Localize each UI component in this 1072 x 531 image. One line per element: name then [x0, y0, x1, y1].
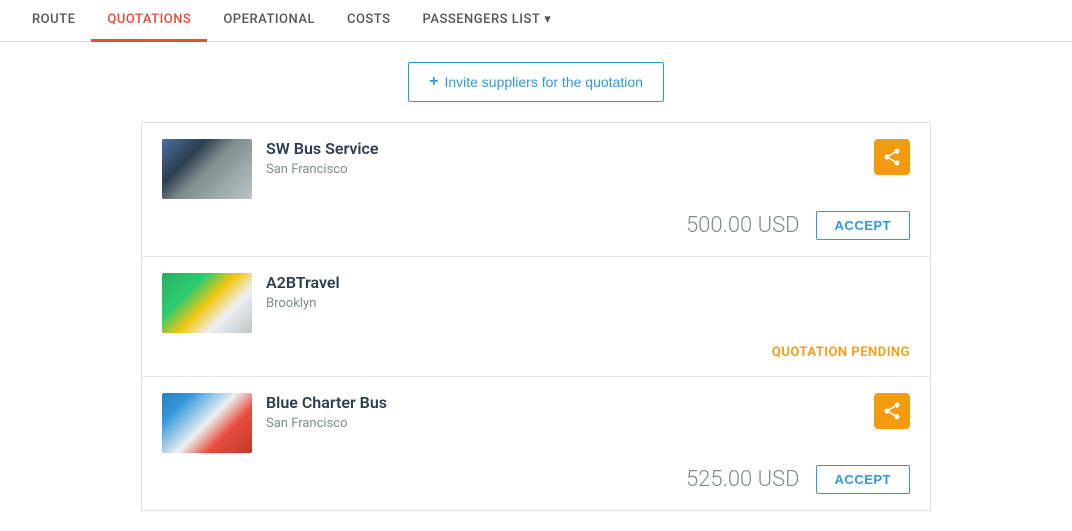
tab-quotations[interactable]: QUOTATIONS — [91, 0, 207, 42]
supplier-footer: 500.00 USD ACCEPT — [162, 211, 910, 240]
share-icon — [882, 147, 902, 167]
supplier-name: SW Bus Service — [266, 139, 378, 158]
supplier-name: A2BTravel — [266, 273, 340, 292]
supplier-details: Blue Charter Bus San Francisco — [266, 393, 387, 431]
supplier-info: SW Bus Service San Francisco — [162, 139, 378, 199]
supplier-name: Blue Charter Bus — [266, 393, 387, 412]
invite-button-wrapper: + Invite suppliers for the quotation — [20, 62, 1052, 102]
plus-icon: + — [429, 73, 438, 91]
share-icon — [882, 401, 902, 421]
supplier-info: Blue Charter Bus San Francisco — [162, 393, 387, 453]
main-content: + Invite suppliers for the quotation SW … — [0, 42, 1072, 531]
share-icon-button[interactable] — [874, 393, 910, 429]
quotation-pending-status: QUOTATION PENDING — [772, 345, 910, 360]
supplier-price: 500.00 USD — [686, 213, 800, 238]
supplier-details: SW Bus Service San Francisco — [266, 139, 378, 177]
supplier-details: A2BTravel Brooklyn — [266, 273, 340, 311]
invite-suppliers-button[interactable]: + Invite suppliers for the quotation — [408, 62, 664, 102]
accept-button-sw-bus-service[interactable]: ACCEPT — [816, 211, 910, 240]
supplier-info: A2BTravel Brooklyn — [162, 273, 340, 333]
supplier-image-sw-bus-service — [162, 139, 252, 199]
supplier-location: Brooklyn — [266, 296, 340, 311]
supplier-image-a2b-travel — [162, 273, 252, 333]
invite-button-label: Invite suppliers for the quotation — [444, 74, 642, 90]
tab-passengers-list-label: PASSENGERS LIST — [423, 12, 541, 27]
nav-tabs: ROUTE QUOTATIONS OPERATIONAL COSTS PASSE… — [0, 0, 1072, 42]
suppliers-list: SW Bus Service San Francisco 500.00 USD … — [141, 122, 931, 511]
supplier-header: A2BTravel Brooklyn — [162, 273, 910, 333]
tab-costs[interactable]: COSTS — [331, 0, 407, 42]
supplier-image-blue-charter-bus — [162, 393, 252, 453]
supplier-card-blue-charter-bus: Blue Charter Bus San Francisco 525.00 US… — [142, 377, 930, 510]
tab-route[interactable]: ROUTE — [16, 0, 91, 42]
supplier-header: Blue Charter Bus San Francisco — [162, 393, 910, 453]
accept-button-blue-charter-bus[interactable]: ACCEPT — [816, 465, 910, 494]
supplier-card-sw-bus-service: SW Bus Service San Francisco 500.00 USD … — [142, 123, 930, 257]
chevron-down-icon: ▾ — [544, 12, 551, 27]
supplier-price: 525.00 USD — [686, 467, 800, 492]
supplier-footer: 525.00 USD ACCEPT — [162, 465, 910, 494]
supplier-location: San Francisco — [266, 162, 378, 177]
supplier-card-a2b-travel: A2BTravel Brooklyn QUOTATION PENDING — [142, 257, 930, 377]
supplier-footer: QUOTATION PENDING — [162, 345, 910, 360]
supplier-location: San Francisco — [266, 416, 387, 431]
supplier-header: SW Bus Service San Francisco — [162, 139, 910, 199]
tab-operational[interactable]: OPERATIONAL — [207, 0, 331, 42]
share-icon-button[interactable] — [874, 139, 910, 175]
tab-passengers-list[interactable]: PASSENGERS LIST ▾ — [407, 0, 568, 42]
